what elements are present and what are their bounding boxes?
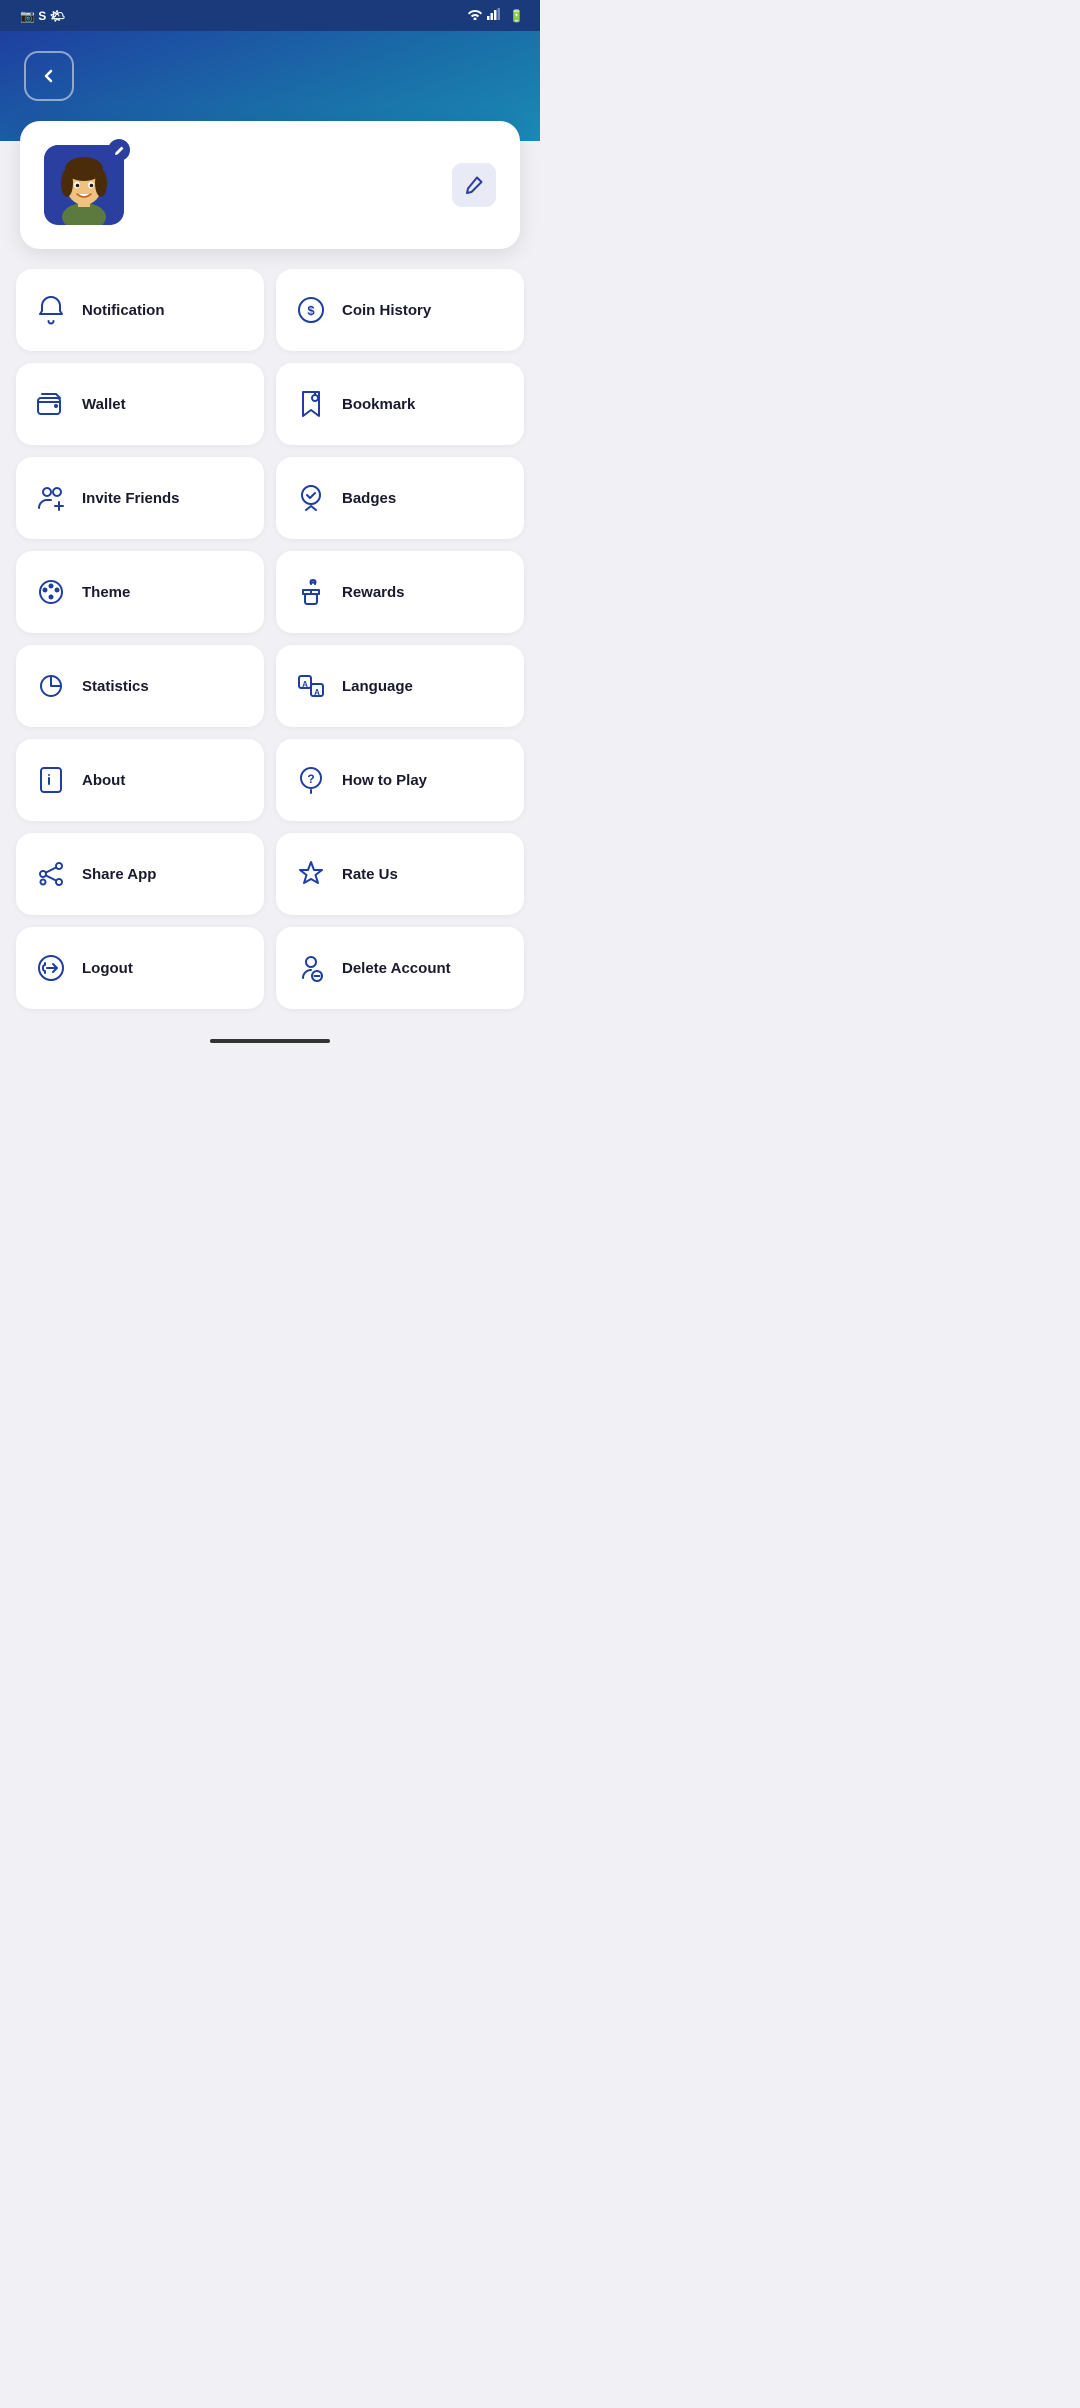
- svg-text:A: A: [314, 688, 320, 697]
- share-icon: [32, 855, 70, 893]
- menu-label-how-to-play: How to Play: [342, 772, 427, 789]
- logout-icon: [32, 949, 70, 987]
- menu-item-wallet[interactable]: Wallet: [16, 363, 264, 445]
- signal-icon: [487, 8, 501, 23]
- menu-item-how-to-play[interactable]: ? How to Play: [276, 739, 524, 821]
- menu-item-coin-history[interactable]: $ Coin History: [276, 269, 524, 351]
- status-right: 🔋: [467, 8, 524, 23]
- status-bar: 📷 S 🌤 🔋: [0, 0, 540, 31]
- menu-item-delete-account[interactable]: Delete Account: [276, 927, 524, 1009]
- menu-item-rate-us[interactable]: Rate Us: [276, 833, 524, 915]
- profile-card: [20, 121, 520, 249]
- menu-label-delete-account: Delete Account: [342, 960, 451, 977]
- rewards-icon: [292, 573, 330, 611]
- menu-label-coin-history: Coin History: [342, 302, 431, 319]
- menu-label-theme: Theme: [82, 584, 130, 601]
- home-bar: [210, 1039, 330, 1043]
- menu-grid: Notification $ Coin History Wallet Bookmark I…: [0, 269, 540, 1029]
- menu-label-bookmark: Bookmark: [342, 396, 415, 413]
- edit-profile-button[interactable]: [452, 163, 496, 207]
- menu-item-bookmark[interactable]: Bookmark: [276, 363, 524, 445]
- menu-label-language: Language: [342, 678, 413, 695]
- menu-label-wallet: Wallet: [82, 396, 126, 413]
- menu-label-logout: Logout: [82, 960, 133, 977]
- menu-label-notification: Notification: [82, 302, 165, 319]
- coin-icon: $: [292, 291, 330, 329]
- menu-label-share-app: Share App: [82, 866, 156, 883]
- about-icon: [32, 761, 70, 799]
- menu-label-rewards: Rewards: [342, 584, 405, 601]
- home-indicator: [0, 1029, 540, 1059]
- menu-label-invite-friends: Invite Friends: [82, 490, 180, 507]
- menu-item-badges[interactable]: Badges: [276, 457, 524, 539]
- delete-icon: [292, 949, 330, 987]
- avatar-wrapper[interactable]: [44, 145, 124, 225]
- menu-label-rate-us: Rate Us: [342, 866, 398, 883]
- menu-item-share-app[interactable]: Share App: [16, 833, 264, 915]
- menu-label-statistics: Statistics: [82, 678, 149, 695]
- wifi-icon: [467, 8, 483, 23]
- profile-left: [44, 145, 140, 225]
- svg-text:A: A: [302, 680, 308, 689]
- menu-item-about[interactable]: About: [16, 739, 264, 821]
- status-left: 📷 S 🌤: [16, 9, 65, 23]
- menu-label-about: About: [82, 772, 125, 789]
- language-icon: AA: [292, 667, 330, 705]
- menu-item-theme[interactable]: Theme: [16, 551, 264, 633]
- battery-icon: 🔋: [509, 9, 524, 23]
- avatar-edit-badge: [108, 139, 130, 161]
- menu-label-badges: Badges: [342, 490, 396, 507]
- status-icons: 📷 S 🌤: [20, 9, 65, 23]
- svg-text:$: $: [307, 303, 315, 318]
- menu-item-invite-friends[interactable]: Invite Friends: [16, 457, 264, 539]
- menu-item-rewards[interactable]: Rewards: [276, 551, 524, 633]
- svg-text:?: ?: [307, 772, 314, 786]
- invite-icon: [32, 479, 70, 517]
- menu-item-language[interactable]: AA Language: [276, 645, 524, 727]
- menu-item-notification[interactable]: Notification: [16, 269, 264, 351]
- badge-icon: [292, 479, 330, 517]
- menu-item-statistics[interactable]: Statistics: [16, 645, 264, 727]
- statistics-icon: [32, 667, 70, 705]
- back-button[interactable]: [24, 51, 74, 101]
- theme-icon: [32, 573, 70, 611]
- rate-icon: [292, 855, 330, 893]
- menu-item-logout[interactable]: Logout: [16, 927, 264, 1009]
- bookmark-icon: [292, 385, 330, 423]
- bell-icon: [32, 291, 70, 329]
- howtoplay-icon: ?: [292, 761, 330, 799]
- wallet-icon: [32, 385, 70, 423]
